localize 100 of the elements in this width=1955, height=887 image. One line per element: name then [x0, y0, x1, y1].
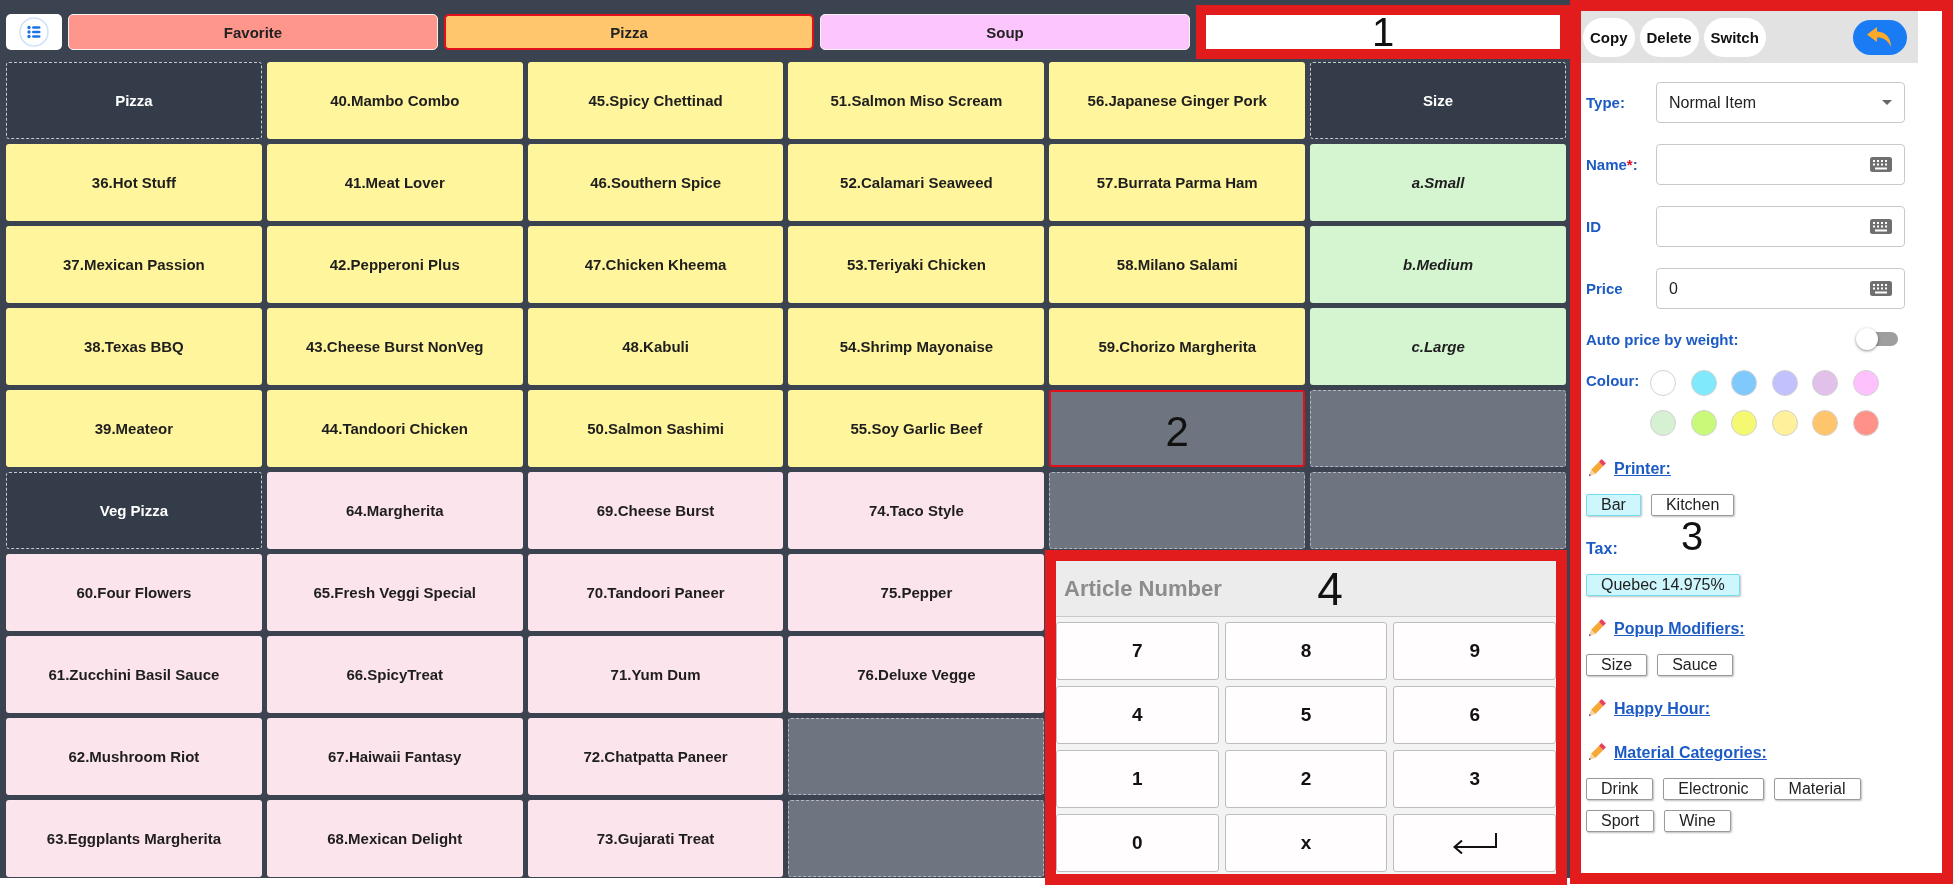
category-tab[interactable]: Soup: [820, 14, 1190, 50]
category-button[interactable]: Size: [1310, 62, 1566, 139]
menu-item-button[interactable]: 67.Haiwaii Fantasy: [266, 718, 523, 795]
tag-chip[interactable]: Wine: [1664, 810, 1731, 832]
type-select[interactable]: Normal Item: [1656, 82, 1905, 123]
tag-chip[interactable]: Sport: [1586, 810, 1655, 832]
numpad-key[interactable]: 4: [1056, 686, 1219, 744]
menu-item-button[interactable]: 59.Chorizo Margherita: [1049, 308, 1306, 385]
menu-item-button[interactable]: 56.Japanese Ginger Pork: [1049, 62, 1306, 139]
menu-item-button[interactable]: 53.Teriyaki Chicken: [788, 226, 1045, 303]
colour-swatch[interactable]: [1650, 410, 1676, 436]
input-field[interactable]: [1656, 206, 1905, 247]
colour-swatch[interactable]: [1731, 370, 1757, 396]
menu-item-button[interactable]: 52.Calamari Seaweed: [788, 144, 1045, 221]
modifier-button[interactable]: b.Medium: [1310, 226, 1566, 303]
menu-item-button[interactable]: 74.Taco Style: [788, 472, 1045, 549]
menu-item-button[interactable]: 38.Texas BBQ: [6, 308, 262, 385]
colour-swatch[interactable]: [1690, 370, 1717, 396]
category-tab[interactable]: Pizza: [444, 14, 814, 50]
colour-swatch[interactable]: [1771, 370, 1798, 396]
menu-item-button[interactable]: 63.Eggplants Margherita: [6, 800, 262, 877]
numpad-key[interactable]: 3: [1393, 750, 1556, 808]
numpad-key[interactable]: 7: [1056, 622, 1219, 680]
colour-swatch[interactable]: [1852, 370, 1879, 396]
numpad-key[interactable]: 8: [1224, 622, 1388, 680]
colour-swatch[interactable]: [1812, 370, 1838, 396]
modifier-button[interactable]: a.Small: [1310, 144, 1566, 221]
menu-item-button[interactable]: 62.Mushroom Riot: [6, 718, 262, 795]
menu-item-button[interactable]: 36.Hot Stuff: [6, 144, 262, 221]
menu-item-button[interactable]: 54.Shrimp Mayonaise: [788, 308, 1045, 385]
tag-chip[interactable]: Material: [1773, 778, 1861, 800]
menu-item-button[interactable]: 43.Cheese Burst NonVeg: [266, 308, 523, 385]
input-field[interactable]: 0: [1656, 268, 1905, 309]
category-button[interactable]: Veg Pizza: [6, 472, 262, 549]
empty-slot[interactable]: [788, 800, 1045, 877]
colour-swatch[interactable]: [1650, 370, 1676, 396]
menu-item-button[interactable]: 66.SpicyTreat: [266, 636, 523, 713]
back-button[interactable]: [1853, 19, 1907, 55]
category-tab[interactable]: Favorite: [68, 14, 438, 50]
menu-item-button[interactable]: 73.Gujarati Treat: [527, 800, 784, 877]
empty-slot[interactable]: [1310, 390, 1566, 467]
tag-chip[interactable]: Sauce: [1657, 654, 1733, 676]
empty-slot[interactable]: [1049, 472, 1306, 549]
menu-item-button[interactable]: 50.Salmon Sashimi: [527, 390, 784, 467]
input-field[interactable]: [1656, 144, 1905, 185]
action-button[interactable]: Copy: [1583, 17, 1635, 57]
empty-slot[interactable]: [788, 718, 1045, 795]
input-field[interactable]: [1206, 15, 1560, 49]
menu-item-button[interactable]: 57.Burrata Parma Ham: [1049, 144, 1306, 221]
menu-item-button[interactable]: 69.Cheese Burst: [527, 472, 784, 549]
section-link[interactable]: Popup Modifiers:: [1614, 620, 1745, 638]
empty-slot[interactable]: [1049, 390, 1306, 467]
numpad-key[interactable]: 2: [1224, 750, 1388, 808]
menu-item-button[interactable]: 71.Yum Dum: [527, 636, 784, 713]
modifier-button[interactable]: c.Large: [1310, 308, 1566, 385]
menu-item-button[interactable]: 48.Kabuli: [527, 308, 784, 385]
action-button[interactable]: Switch: [1703, 17, 1766, 57]
menu-item-button[interactable]: 42.Pepperoni Plus: [266, 226, 523, 303]
menu-item-button[interactable]: 51.Salmon Miso Scream: [788, 62, 1045, 139]
menu-item-button[interactable]: 64.Margherita: [266, 472, 523, 549]
colour-swatch[interactable]: [1690, 410, 1717, 436]
tag-chip[interactable]: Size: [1586, 654, 1648, 676]
numpad-key[interactable]: 1: [1056, 750, 1219, 808]
menu-item-button[interactable]: 46.Southern Spice: [527, 144, 784, 221]
toggle-switch[interactable]: [1856, 328, 1898, 350]
menu-item-button[interactable]: 75.Pepper: [788, 554, 1045, 631]
category-button[interactable]: Pizza: [6, 62, 262, 139]
colour-swatch[interactable]: [1731, 410, 1757, 436]
tag-chip[interactable]: Quebec 14.975%: [1586, 574, 1740, 596]
menu-item-button[interactable]: 37.Mexican Passion: [6, 226, 262, 303]
menu-item-button[interactable]: 65.Fresh Veggi Special: [266, 554, 523, 631]
menu-item-button[interactable]: 58.Milano Salami: [1049, 226, 1306, 303]
menu-item-button[interactable]: 68.Mexican Delight: [266, 800, 523, 877]
menu-item-button[interactable]: 40.Mambo Combo: [266, 62, 523, 139]
tag-chip[interactable]: Drink: [1586, 778, 1654, 800]
action-button[interactable]: Delete: [1639, 17, 1699, 57]
menu-item-button[interactable]: 44.Tandoori Chicken: [266, 390, 523, 467]
colour-swatch[interactable]: [1812, 410, 1838, 436]
numpad-key[interactable]: 0: [1056, 814, 1219, 872]
menu-item-button[interactable]: 72.Chatpatta Paneer: [527, 718, 784, 795]
menu-item-button[interactable]: 70.Tandoori Paneer: [527, 554, 784, 631]
numpad-key[interactable]: 5: [1224, 686, 1388, 744]
tag-chip[interactable]: Bar: [1586, 494, 1641, 516]
numpad-key[interactable]: 9: [1393, 622, 1556, 680]
menu-item-button[interactable]: 41.Meat Lover: [266, 144, 523, 221]
menu-item-button[interactable]: 76.Deluxe Vegge: [788, 636, 1045, 713]
section-link[interactable]: Material Categories:: [1614, 744, 1767, 762]
colour-swatch[interactable]: [1771, 410, 1798, 436]
section-link[interactable]: Happy Hour:: [1614, 700, 1710, 718]
numpad-key[interactable]: 6: [1393, 686, 1556, 744]
menu-item-button[interactable]: 39.Meateor: [6, 390, 262, 467]
menu-item-button[interactable]: 55.Soy Garlic Beef: [788, 390, 1045, 467]
menu-item-button[interactable]: 61.Zucchini Basil Sauce: [6, 636, 262, 713]
numpad-key[interactable]: x: [1224, 814, 1388, 872]
menu-item-button[interactable]: 47.Chicken Kheema: [527, 226, 784, 303]
menu-item-button[interactable]: 45.Spicy Chettinad: [527, 62, 784, 139]
section-link[interactable]: Printer:: [1614, 460, 1671, 478]
empty-slot[interactable]: [1310, 472, 1566, 549]
tag-chip[interactable]: Kitchen: [1650, 494, 1735, 516]
menu-button[interactable]: [6, 14, 62, 50]
